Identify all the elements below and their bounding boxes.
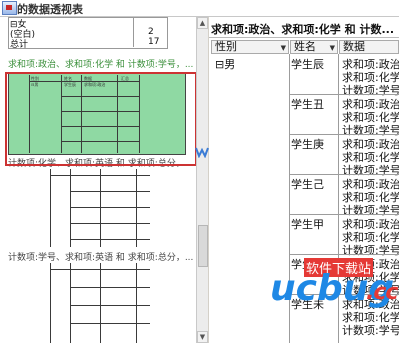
student-label-1: 学生辰 [291,58,324,71]
selected-layout-highlight [5,72,197,166]
layout-option-1-label[interactable]: 求和项:政治、求和项:化学 和 计数项:学号，... [8,57,194,70]
column-header-name-label: 姓名 [294,40,316,53]
row-group-male: ⊟男 [215,58,236,71]
column-header-data-label: 数据 [343,40,365,53]
layout-option-3-label[interactable]: 计数项:学号、求和项:英语 和 求和项:总分，... [8,250,194,263]
column-header-name[interactable]: 姓名 ▼ [290,40,338,54]
layout-thumbnail-list[interactable]: ⊟女 (空白) 2 总计 17 求和项:政治、求和项:化学 和 计数项:学号，.… [0,17,197,343]
data-item-7-3: 计数项:学号 [342,324,399,337]
scroll-thumb[interactable] [198,225,208,267]
pivot-table-icon [2,1,17,15]
column-header-gender-label: 性别 [215,40,237,53]
student-label-7: 学生未 [291,298,324,311]
pivot-table-grid: ⊟男 学生辰 求和项:政治 求和项:化学 计数项:学号 学生丑 求和项:政治 求… [209,54,399,343]
left-pane-scrollbar[interactable]: ▲ ▼ [196,17,208,343]
student-label-6: 学生卯 [291,258,324,271]
scroll-up-button[interactable]: ▲ [197,17,208,29]
chevron-down-icon[interactable]: ▼ [281,42,286,54]
pivot-table-dialog: 的数据透视表 ⊟女 (空白) 2 总计 17 求和项:政治、求和项:化学 和 计… [0,0,399,343]
top-partial-table: ⊟女 (空白) 2 总计 17 [8,17,168,50]
student-label-5: 学生甲 [291,218,324,231]
layout-option-2-preview[interactable] [8,169,178,247]
layout-option-3-preview[interactable] [8,263,178,343]
student-label-4: 学生己 [291,178,324,191]
student-label-3: 学生庚 [291,138,324,151]
brand-small-icon [195,147,209,158]
student-label-2: 学生丑 [291,98,324,111]
preview-pane-title: 求和项:政治、求和项:化学 和 计数... [211,23,394,36]
column-header-gender[interactable]: 性别 ▼ [211,40,289,54]
pivot-preview-pane: 求和项:政治、求和项:化学 和 计数... 性别 ▼ 姓名 ▼ 数据 ⊟男 学生… [209,17,399,343]
scroll-down-button[interactable]: ▼ [197,331,208,343]
window-title: 的数据透视表 [17,3,83,16]
title-bar: 的数据透视表 [0,0,399,17]
column-header-data: 数据 [339,40,399,54]
chevron-down-icon[interactable]: ▼ [330,42,335,54]
